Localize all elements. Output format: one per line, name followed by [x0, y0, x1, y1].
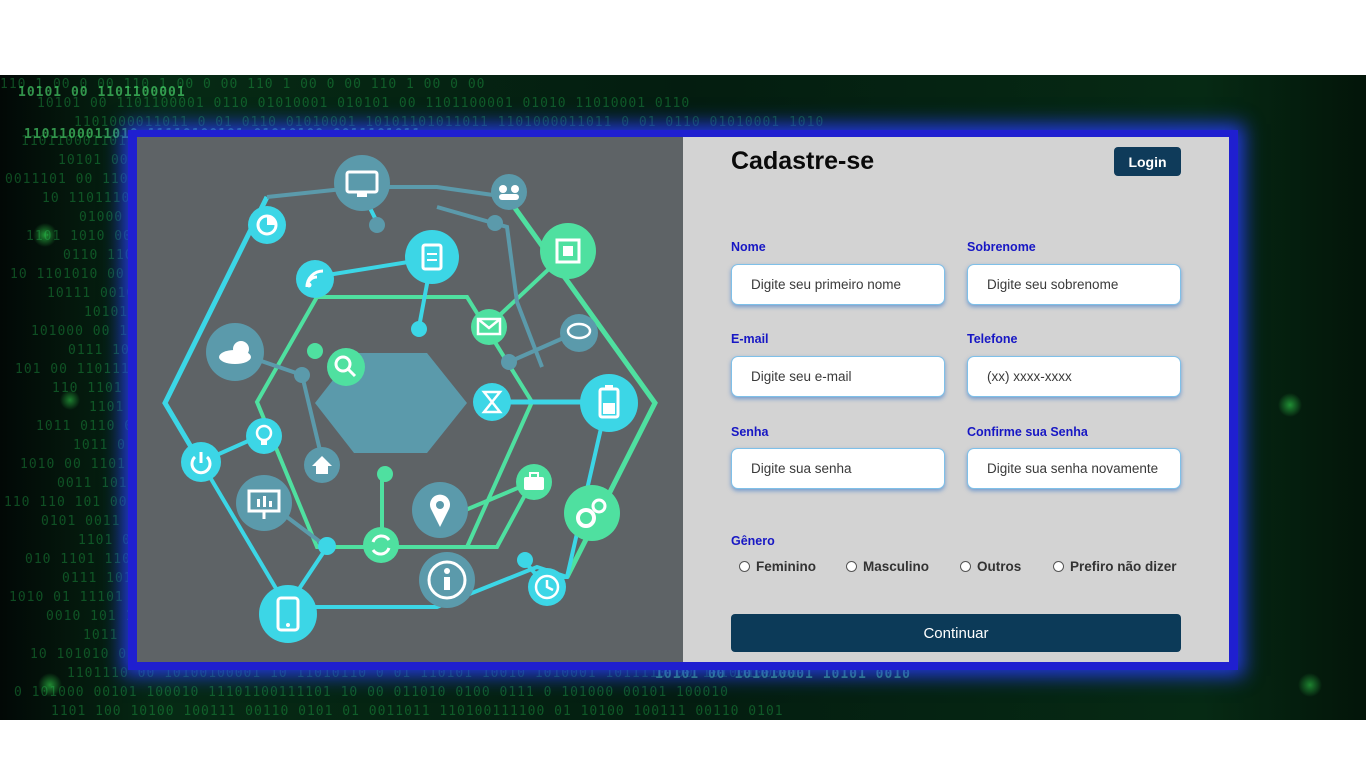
radio-button[interactable] [739, 561, 750, 572]
hourglass-icon [473, 383, 511, 421]
password-label: Senha [731, 425, 769, 439]
binary-row: 0 101000 00101 100010 11101100111101 10 … [14, 685, 729, 700]
phone-input[interactable] [967, 356, 1181, 397]
info-icon [419, 552, 475, 608]
last-name-label: Sobrenome [967, 240, 1036, 254]
gender-option-prefiro-nao-dizer[interactable]: Prefiro não dizer [1053, 559, 1177, 574]
registration-form: Cadastre-se Login Nome Sobrenome E-mail … [683, 137, 1229, 662]
radio-button[interactable] [1053, 561, 1064, 572]
clipboard-icon [405, 230, 459, 284]
gender-label: Gênero [731, 534, 775, 548]
cloud-icon [206, 323, 264, 381]
location-pin-icon [412, 482, 468, 538]
binary-row: 1101 100 10100 100111 00110 0101 01 0011… [51, 704, 784, 719]
network-illustration [137, 137, 683, 662]
refresh-icon [363, 527, 399, 563]
power-icon [181, 442, 221, 482]
continue-button[interactable]: Continuar [731, 614, 1181, 652]
gender-option-label: Feminino [756, 559, 816, 574]
presentation-icon [236, 475, 292, 531]
radio-button[interactable] [960, 561, 971, 572]
network-illustration-svg [162, 155, 658, 643]
gender-option-label: Outros [977, 559, 1022, 574]
gender-option-label: Prefiro não dizer [1070, 559, 1177, 574]
first-name-label: Nome [731, 240, 766, 254]
email-label: E-mail [731, 332, 769, 346]
registration-card: Cadastre-se Login Nome Sobrenome E-mail … [137, 137, 1229, 662]
mail-icon [471, 309, 507, 345]
group-icon [491, 174, 527, 210]
last-name-input[interactable] [967, 264, 1181, 305]
confirm-password-label: Confirme sua Senha [967, 425, 1088, 439]
email-input[interactable] [731, 356, 945, 397]
phone-label: Telefone [967, 332, 1018, 346]
gender-option-masculino[interactable]: Masculino [846, 559, 929, 574]
password-input[interactable] [731, 448, 945, 489]
confirm-password-input[interactable] [967, 448, 1181, 489]
binary-row: 110 1 00 0 00 110 1 00 0 00 110 1 00 0 0… [0, 77, 486, 92]
lightbulb-icon [246, 418, 282, 454]
home-icon [304, 447, 340, 483]
pie-chart-icon [248, 206, 286, 244]
page-title: Cadastre-se [731, 147, 875, 175]
login-button[interactable]: Login [1114, 147, 1181, 176]
radio-button[interactable] [846, 561, 857, 572]
briefcase-icon [516, 464, 552, 500]
chat-icon [560, 314, 598, 352]
smartphone-icon [259, 585, 317, 643]
gears-icon [564, 485, 620, 541]
wifi-icon [296, 260, 334, 298]
clock-icon [528, 568, 566, 606]
first-name-input[interactable] [731, 264, 945, 305]
chip-icon [540, 223, 596, 279]
gender-option-outros[interactable]: Outros [960, 559, 1021, 574]
binary-row-highlight: 10101 00 1101100001 [18, 85, 186, 100]
search-icon [327, 348, 365, 386]
monitor-icon [334, 155, 390, 211]
gender-option-label: Masculino [863, 559, 930, 574]
binary-row: 10101 00 1101100001 0110 01010001 010101… [37, 96, 691, 111]
battery-icon [580, 374, 638, 432]
gender-option-feminino[interactable]: Feminino [739, 559, 816, 574]
